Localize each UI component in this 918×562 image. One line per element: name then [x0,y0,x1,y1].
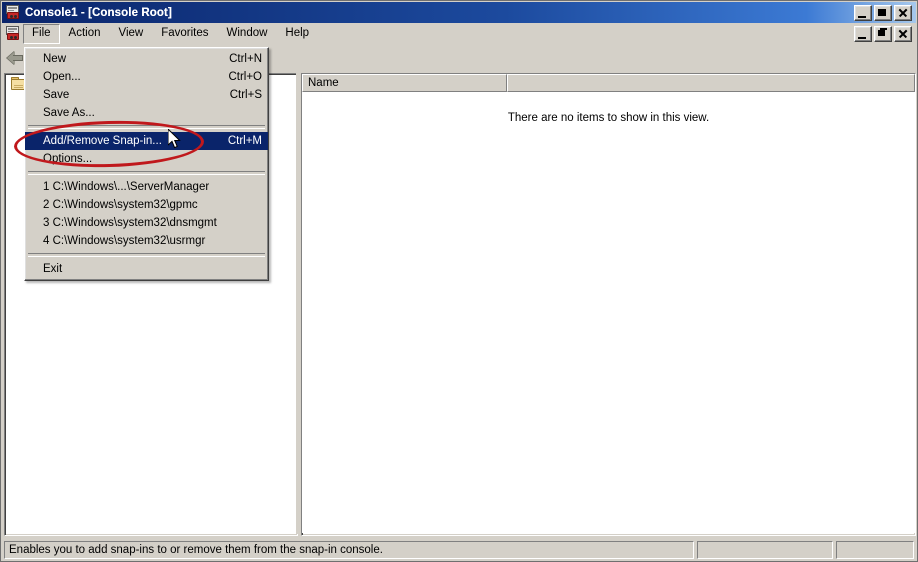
menu-separator [28,171,265,175]
menu-item-label: Add/Remove Snap-in... [43,135,162,147]
menu-item-recent-4[interactable]: 4 C:\Windows\system32\usrmgr [25,232,268,250]
menu-view[interactable]: View [110,24,153,44]
menu-bar: File Action View Favorites Window Help [2,23,916,46]
status-pane-3 [836,541,914,559]
list-column-headers: Name [302,74,915,92]
menu-action[interactable]: Action [60,24,110,44]
column-header-blank[interactable] [507,74,915,92]
menu-item-label: 3 C:\Windows\system32\dnsmgmt [43,217,217,229]
file-menu-dropdown[interactable]: New Ctrl+N Open... Ctrl+O Save Ctrl+S Sa… [24,47,269,281]
menu-window[interactable]: Window [218,24,277,44]
menu-favorites[interactable]: Favorites [152,24,217,44]
menu-item-recent-2[interactable]: 2 C:\Windows\system32\gpmc [25,196,268,214]
menu-separator [28,125,265,129]
close-button[interactable] [894,4,912,21]
menu-item-accelerator: Ctrl+O [228,71,262,83]
menu-item-label: Save As... [43,107,95,119]
back-arrow-icon [7,50,24,66]
menu-file[interactable]: File [23,24,60,44]
status-message: Enables you to add snap-ins to or remove… [4,541,694,559]
mmc-console-icon [5,4,21,21]
menu-item-open[interactable]: Open... Ctrl+O [25,68,268,86]
menu-item-label: 1 C:\Windows\...\ServerManager [43,181,210,193]
menu-item-label: Save [43,89,70,101]
mdi-restore-button[interactable] [874,26,892,42]
menu-separator [28,253,265,257]
menu-item-exit[interactable]: Exit [25,260,268,278]
menu-help[interactable]: Help [276,24,318,44]
menu-item-label: 4 C:\Windows\system32\usrmgr [43,235,206,247]
menu-item-accelerator: Ctrl+S [229,89,262,101]
menu-item-save[interactable]: Save Ctrl+S [25,86,268,104]
menu-item-recent-1[interactable]: 1 C:\Windows\...\ServerManager [25,178,268,196]
result-list-pane[interactable]: Name There are no items to show in this … [301,73,916,536]
window-title: Console1 - [Console Root] [25,6,172,19]
menu-item-options[interactable]: Options... [25,150,268,168]
mdi-close-button[interactable] [894,26,912,42]
mdi-minimize-button[interactable] [854,26,872,42]
menu-item-add-remove-snapin[interactable]: Add/Remove Snap-in... Ctrl+M [25,132,268,150]
minimize-button[interactable] [854,4,872,21]
menu-item-label: Exit [43,263,63,275]
title-bar: Console1 - [Console Root] [2,2,916,23]
menu-item-label: Options... [43,153,93,165]
menu-item-accelerator: Ctrl+M [227,135,262,147]
mdi-window-controls [854,26,912,42]
menu-item-save-as[interactable]: Save As... [25,104,268,122]
menu-item-new[interactable]: New Ctrl+N [25,50,268,68]
list-body: There are no items to show in this view. [302,92,915,533]
window-controls [854,4,912,21]
maximize-button[interactable] [874,4,892,21]
column-header-name[interactable]: Name [302,74,507,92]
menu-item-label: New [43,53,67,65]
status-pane-2 [697,541,833,559]
menu-item-label: 2 C:\Windows\system32\gpmc [43,199,198,211]
menu-item-accelerator: Ctrl+N [229,53,262,65]
status-bar: Enables you to add snap-ins to or remove… [2,536,916,561]
empty-view-message: There are no items to show in this view. [507,112,710,124]
mdi-child-icon[interactable] [5,26,21,42]
menu-item-recent-3[interactable]: 3 C:\Windows\system32\dnsmgmt [25,214,268,232]
mmc-console-window: Console1 - [Console Root] File Action Vi… [0,0,918,562]
menu-item-label: Open... [43,71,81,83]
